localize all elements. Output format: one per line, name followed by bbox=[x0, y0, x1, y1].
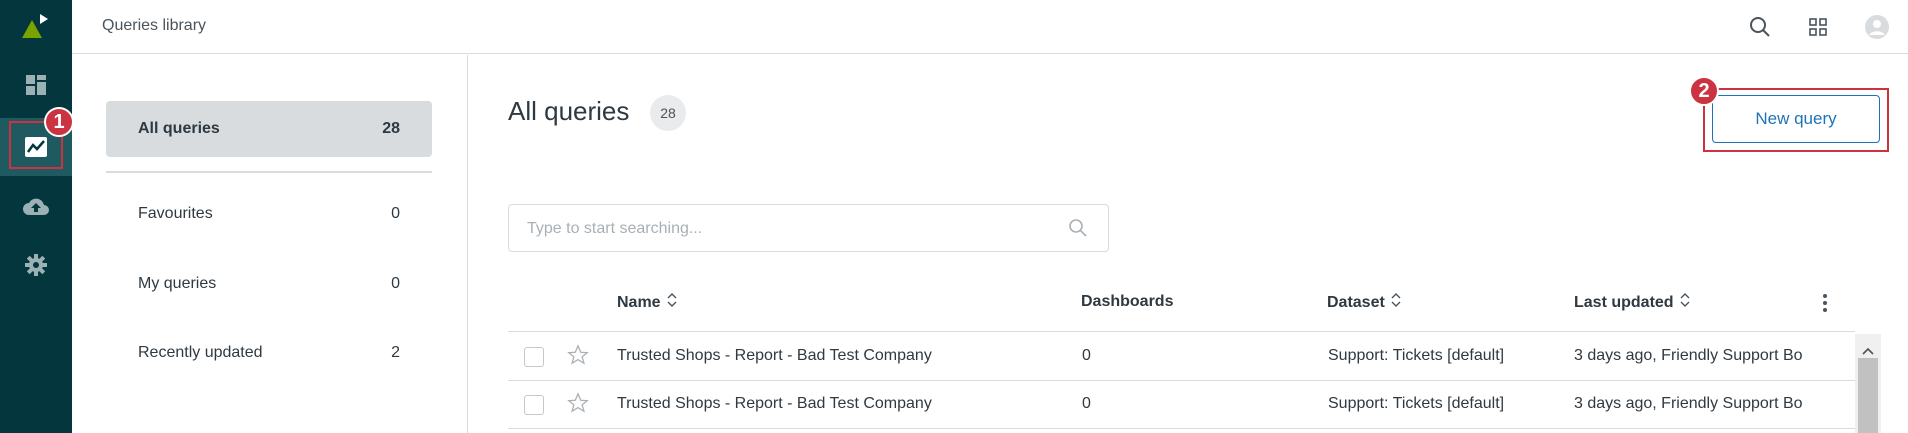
sidebar-item-recently-updated[interactable]: Recently updated 2 bbox=[106, 325, 432, 381]
sidebar-item-label: Recently updated bbox=[138, 344, 263, 361]
sidebar-item-my-queries[interactable]: My queries 0 bbox=[106, 256, 432, 312]
search-input[interactable] bbox=[527, 217, 1047, 241]
query-count-badge: 28 bbox=[650, 95, 686, 131]
new-query-button[interactable]: New query bbox=[1712, 95, 1880, 143]
query-filter-sidebar: All queries 28 Favourites 0 My queries 0… bbox=[72, 55, 468, 433]
search-icon[interactable] bbox=[1747, 14, 1773, 40]
cell-last-updated: 3 days ago, Friendly Support Bo bbox=[1574, 395, 1803, 412]
sidebar-item-label: Favourites bbox=[138, 205, 213, 222]
table-header-divider bbox=[508, 331, 1855, 332]
table-scrollbar[interactable] bbox=[1855, 334, 1881, 433]
search-box bbox=[508, 204, 1109, 252]
nav-rail bbox=[0, 0, 72, 433]
sidebar-item-favourites[interactable]: Favourites 0 bbox=[106, 186, 432, 242]
sidebar-divider bbox=[106, 171, 432, 173]
column-header-name[interactable]: Name bbox=[617, 293, 677, 312]
user-avatar-icon[interactable] bbox=[1864, 14, 1890, 40]
annotation-marker-1: 1 bbox=[44, 107, 74, 137]
table-row[interactable]: Trusted Shops - Report - Bad Test Compan… bbox=[508, 381, 1855, 429]
cell-name[interactable]: Trusted Shops - Report - Bad Test Compan… bbox=[617, 395, 1057, 413]
sort-icon bbox=[667, 293, 677, 312]
more-vertical-icon[interactable] bbox=[1822, 293, 1828, 318]
star-icon[interactable] bbox=[567, 344, 589, 371]
table-row[interactable]: Trusted Shops - Report - Bad Test Compan… bbox=[508, 333, 1855, 381]
sort-icon bbox=[1680, 293, 1690, 312]
cell-dashboards: 0 bbox=[1082, 395, 1091, 412]
dashboards-nav[interactable] bbox=[0, 56, 72, 114]
sidebar-item-label: All queries bbox=[138, 120, 220, 137]
sidebar-item-count: 0 bbox=[391, 205, 400, 222]
scrollbar-thumb[interactable] bbox=[1858, 358, 1878, 433]
upload-icon bbox=[23, 197, 49, 217]
search-icon[interactable] bbox=[1068, 218, 1088, 243]
sidebar-item-all-queries[interactable]: All queries 28 bbox=[106, 101, 432, 157]
explore-logo-icon[interactable] bbox=[20, 12, 52, 40]
datasources-nav[interactable] bbox=[0, 178, 72, 236]
cell-last-updated: 3 days ago, Friendly Support Bo bbox=[1574, 347, 1803, 364]
column-header-dataset[interactable]: Dataset bbox=[1327, 293, 1401, 312]
annotation-marker-2: 2 bbox=[1689, 76, 1719, 106]
sidebar-item-count: 2 bbox=[391, 344, 400, 361]
cell-dataset: Support: Tickets [default] bbox=[1328, 347, 1505, 364]
settings-icon bbox=[25, 254, 47, 276]
row-checkbox[interactable] bbox=[524, 395, 544, 415]
page-title: Queries library bbox=[102, 17, 207, 34]
sidebar-item-label: My queries bbox=[138, 275, 217, 292]
top-header: Queries library bbox=[72, 0, 1908, 54]
cell-dataset: Support: Tickets [default] bbox=[1328, 395, 1505, 412]
settings-nav[interactable] bbox=[0, 236, 72, 294]
column-header-dashboards[interactable]: Dashboards bbox=[1081, 293, 1173, 311]
sort-icon bbox=[1391, 293, 1401, 312]
dashboard-icon bbox=[25, 74, 47, 96]
main-heading: All queries bbox=[508, 96, 630, 126]
row-checkbox[interactable] bbox=[524, 347, 544, 367]
column-header-last-updated[interactable]: Last updated bbox=[1574, 293, 1690, 312]
sidebar-item-count: 28 bbox=[382, 120, 400, 137]
star-icon[interactable] bbox=[567, 392, 589, 419]
cell-name[interactable]: Trusted Shops - Report - Bad Test Compan… bbox=[617, 347, 1057, 365]
sidebar-item-count: 0 bbox=[391, 275, 400, 292]
cell-dashboards: 0 bbox=[1082, 347, 1091, 364]
apps-grid-icon[interactable] bbox=[1805, 14, 1831, 40]
